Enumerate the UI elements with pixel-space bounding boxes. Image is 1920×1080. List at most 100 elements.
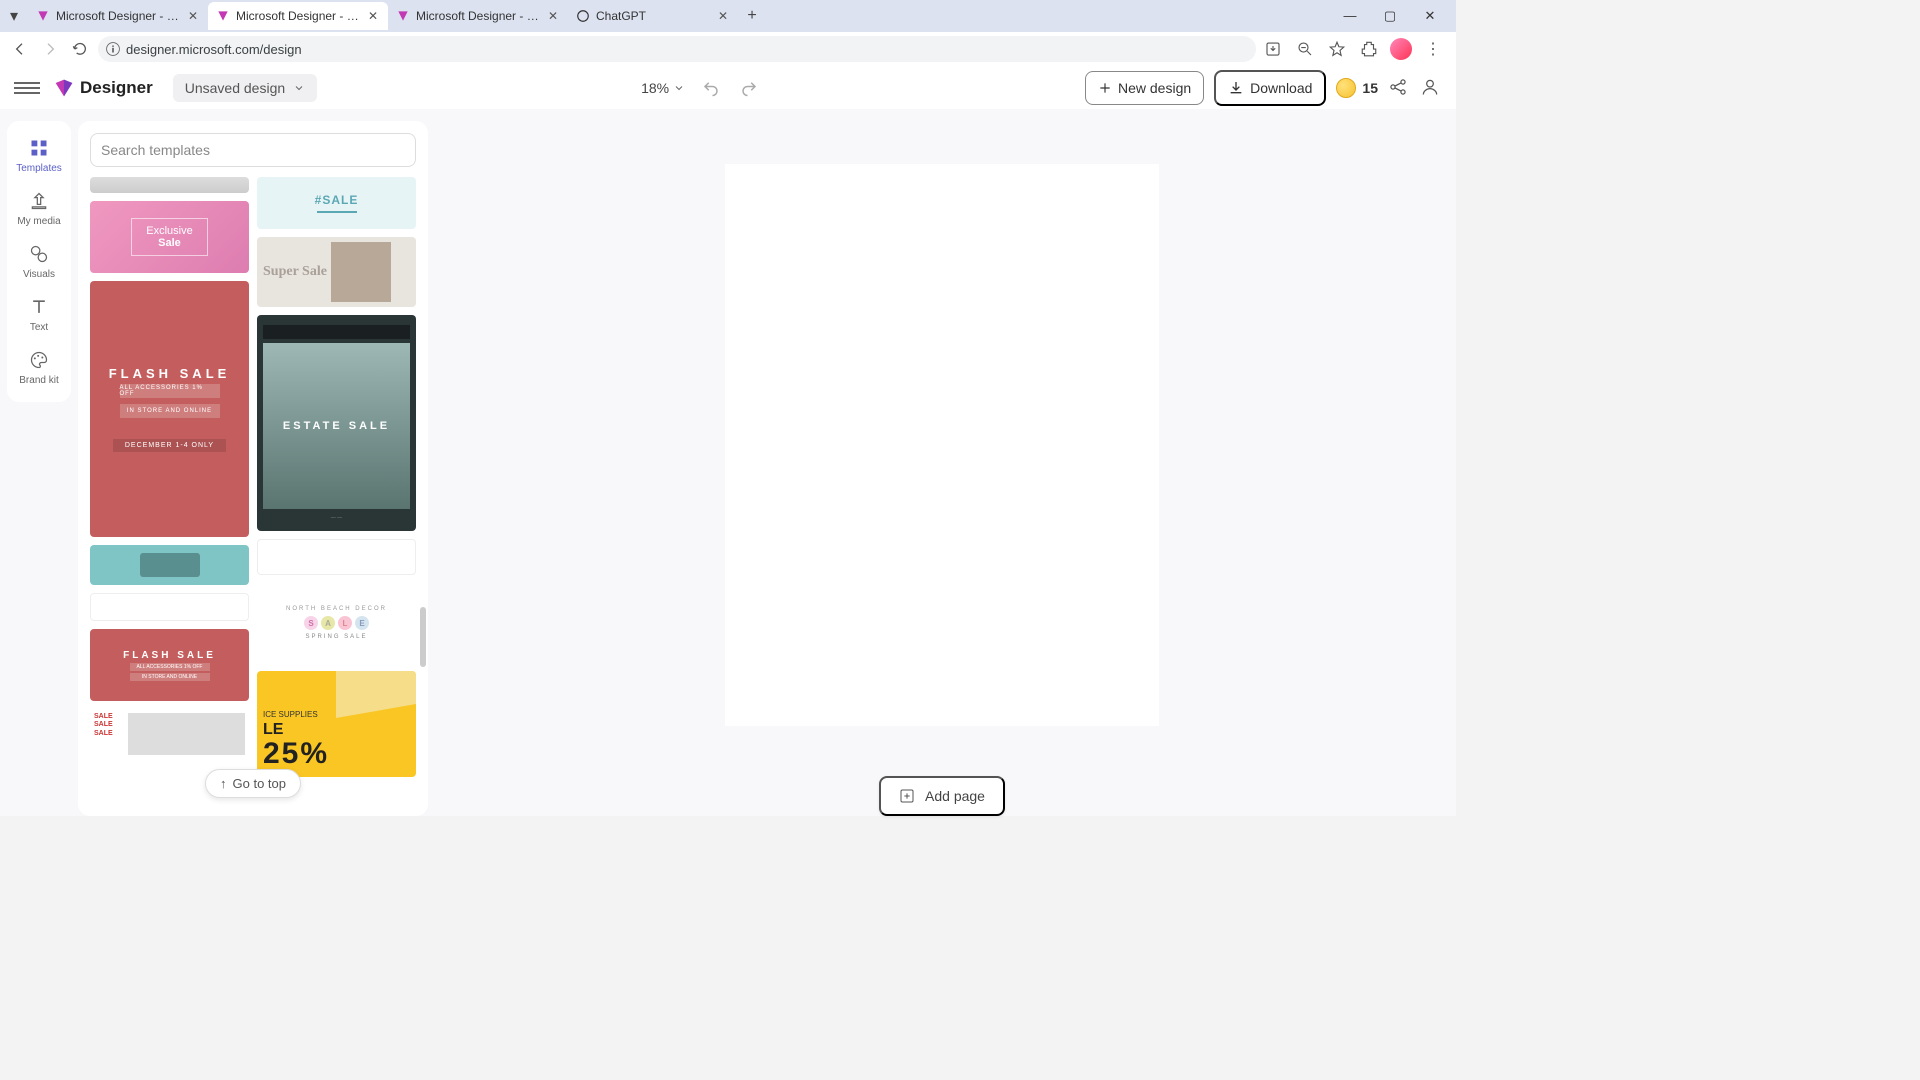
template-text: NORTH BEACH DECOR bbox=[286, 606, 387, 612]
template-text: L bbox=[338, 616, 352, 630]
url-text: designer.microsoft.com/design bbox=[126, 42, 302, 57]
profile-avatar[interactable] bbox=[1390, 38, 1412, 60]
designer-logo[interactable]: Designer bbox=[54, 78, 153, 98]
template-text: IN STORE AND ONLINE bbox=[120, 404, 220, 418]
arrow-left-icon bbox=[12, 41, 28, 57]
rail-visuals[interactable]: Visuals bbox=[7, 235, 71, 288]
chatgpt-favicon-icon bbox=[576, 9, 590, 23]
download-button[interactable]: Download bbox=[1214, 70, 1326, 106]
maximize-icon[interactable]: ▢ bbox=[1376, 8, 1404, 24]
tab-close-icon[interactable]: ✕ bbox=[716, 9, 730, 23]
credits-value: 15 bbox=[1362, 80, 1378, 96]
download-label: Download bbox=[1250, 80, 1312, 96]
designer-favicon-icon bbox=[396, 9, 410, 23]
new-design-button[interactable]: New design bbox=[1085, 71, 1204, 105]
forward-button[interactable] bbox=[38, 37, 62, 61]
hamburger-menu-button[interactable] bbox=[14, 82, 40, 94]
template-card[interactable] bbox=[90, 177, 249, 193]
template-text: SALE SALE SALE bbox=[94, 713, 124, 755]
undo-icon bbox=[702, 79, 720, 97]
go-to-top-button[interactable]: ↑ Go to top bbox=[205, 769, 301, 798]
minimize-icon[interactable]: — bbox=[1336, 8, 1364, 24]
browser-tab[interactable]: Microsoft Designer - Stunning ✕ bbox=[28, 2, 208, 30]
extensions-icon[interactable] bbox=[1358, 38, 1380, 60]
template-card-super-sale[interactable]: Super Sale bbox=[257, 237, 416, 307]
go-to-top-label: Go to top bbox=[233, 776, 286, 791]
rail-label: Text bbox=[30, 322, 48, 333]
template-text: FLASH SALE bbox=[109, 366, 231, 381]
template-card-exclusive-sale[interactable]: Exclusive Sale bbox=[90, 201, 249, 273]
templates-icon bbox=[28, 137, 50, 159]
template-card[interactable]: SALE SALE SALE bbox=[90, 709, 249, 759]
credits-display[interactable]: 15 bbox=[1336, 78, 1378, 98]
template-card[interactable] bbox=[90, 545, 249, 585]
zoom-dropdown[interactable]: 18% bbox=[641, 80, 685, 96]
search-placeholder: Search templates bbox=[101, 142, 210, 158]
zoom-value: 18% bbox=[641, 80, 669, 96]
template-text: ESTATE SALE bbox=[283, 420, 390, 432]
browser-tab-bar: ▾ Microsoft Designer - Stunning ✕ Micros… bbox=[0, 0, 1456, 32]
logo-text: Designer bbox=[80, 78, 153, 98]
template-text: Exclusive bbox=[146, 225, 192, 237]
browser-menu-icon[interactable]: ⋮ bbox=[1422, 38, 1444, 60]
chevron-down-icon bbox=[293, 82, 305, 94]
scrollbar-thumb[interactable] bbox=[420, 607, 426, 667]
plus-square-icon bbox=[899, 788, 915, 804]
undo-button[interactable] bbox=[699, 76, 723, 100]
zoom-icon[interactable] bbox=[1294, 38, 1316, 60]
brand-kit-icon bbox=[28, 349, 50, 371]
share-icon bbox=[1388, 77, 1408, 97]
search-templates-input[interactable]: Search templates bbox=[90, 133, 416, 167]
template-card-flash-sale-small[interactable]: FLASH SALE ALL ACCESSORIES 1% OFF IN STO… bbox=[90, 629, 249, 701]
tab-title: ChatGPT bbox=[596, 9, 710, 23]
template-card-hashtag-sale[interactable]: #SALE bbox=[257, 177, 416, 229]
template-card-flash-sale[interactable]: FLASH SALE ALL ACCESSORIES 1% OFF IN STO… bbox=[90, 281, 249, 537]
rail-my-media[interactable]: My media bbox=[7, 182, 71, 235]
url-field[interactable]: designer.microsoft.com/design bbox=[98, 36, 1256, 62]
text-icon bbox=[28, 296, 50, 318]
tab-search-dropdown[interactable]: ▾ bbox=[4, 6, 24, 26]
tab-close-icon[interactable]: ✕ bbox=[546, 9, 560, 23]
rail-templates[interactable]: Templates bbox=[7, 129, 71, 182]
redo-button[interactable] bbox=[737, 76, 761, 100]
template-card[interactable] bbox=[90, 593, 249, 621]
rail-label: Brand kit bbox=[19, 375, 58, 386]
template-text: ALL ACCESSORIES 1% OFF bbox=[130, 663, 210, 671]
designer-favicon-icon bbox=[36, 9, 50, 23]
account-button[interactable] bbox=[1420, 77, 1442, 99]
back-button[interactable] bbox=[8, 37, 32, 61]
template-card-estate-sale[interactable]: ESTATE SALE — — bbox=[257, 315, 416, 531]
close-window-icon[interactable]: ✕ bbox=[1416, 8, 1444, 24]
tab-close-icon[interactable]: ✕ bbox=[186, 9, 200, 23]
share-button[interactable] bbox=[1388, 77, 1410, 99]
canvas-area[interactable]: Add page bbox=[428, 109, 1456, 816]
template-card[interactable] bbox=[257, 539, 416, 575]
user-icon bbox=[1420, 77, 1440, 97]
new-tab-button[interactable]: + bbox=[738, 2, 766, 30]
new-design-label: New design bbox=[1118, 80, 1191, 96]
designer-logo-icon bbox=[54, 78, 74, 98]
template-card-spring-sale[interactable]: NORTH BEACH DECOR S A L E SPRING SALE bbox=[257, 583, 416, 663]
chevron-down-icon bbox=[673, 82, 685, 94]
upload-icon bbox=[28, 190, 50, 212]
browser-tab-active[interactable]: Microsoft Designer - Stunning ✕ bbox=[208, 2, 388, 30]
coin-icon bbox=[1336, 78, 1356, 98]
template-card-yellow-sale[interactable]: ICE SUPPLIES LE 25% bbox=[257, 671, 416, 777]
browser-tab[interactable]: Microsoft Designer - Stunning ✕ bbox=[388, 2, 568, 30]
reload-button[interactable] bbox=[68, 37, 92, 61]
tab-title: Microsoft Designer - Stunning bbox=[236, 9, 360, 23]
document-name-dropdown[interactable]: Unsaved design bbox=[173, 74, 317, 102]
add-page-button[interactable]: Add page bbox=[879, 776, 1005, 816]
rail-text[interactable]: Text bbox=[7, 288, 71, 341]
download-icon bbox=[1228, 80, 1244, 96]
install-app-icon[interactable] bbox=[1262, 38, 1284, 60]
arrow-up-icon: ↑ bbox=[220, 776, 227, 791]
browser-tab[interactable]: ChatGPT ✕ bbox=[568, 2, 738, 30]
tab-title: Microsoft Designer - Stunning bbox=[416, 9, 540, 23]
rail-brand-kit[interactable]: Brand kit bbox=[7, 341, 71, 394]
template-text: 25% bbox=[263, 737, 410, 771]
tab-close-icon[interactable]: ✕ bbox=[366, 9, 380, 23]
bookmark-icon[interactable] bbox=[1326, 38, 1348, 60]
template-text: Sale bbox=[146, 237, 192, 249]
canvas-page[interactable] bbox=[725, 164, 1159, 726]
